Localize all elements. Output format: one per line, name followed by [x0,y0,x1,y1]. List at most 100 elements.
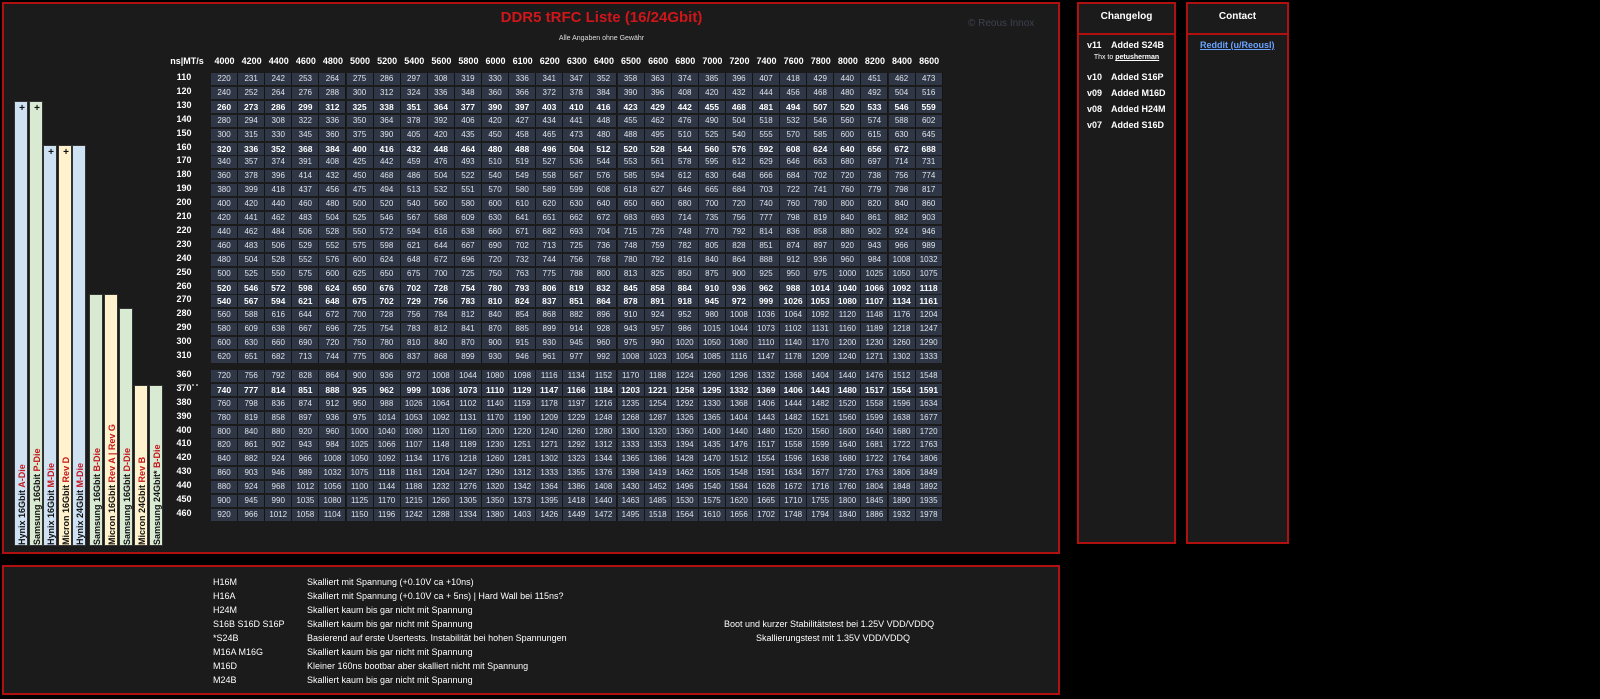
table-cell: 420 [698,86,726,99]
table-cell: 308 [265,114,293,127]
table-cell: 810 [482,295,510,308]
table-cell: 1098 [509,369,537,382]
table-cell: 528 [644,142,672,155]
table-cell: 504 [427,170,455,183]
table-cell: 520 [373,198,401,211]
table-cell: 1398 [617,467,645,480]
table-cell: 1184 [590,383,618,396]
table-cell: 946 [915,225,943,238]
table-cell: 600 [211,337,239,350]
table-cell: 1107 [400,439,428,452]
speed-header: 7400 [756,56,777,66]
table-cell: 924 [238,481,266,494]
table-cell: 1092 [373,453,401,466]
die-label: Samsung 16Gbit P-Die [32,448,42,545]
changelog-title: Changelog [1079,4,1174,35]
table-cell: 510 [671,128,699,141]
table-cell: 1482 [807,397,835,410]
table-cell: 580 [454,198,482,211]
note-value: Skalliert kaum bis gar nicht mit Spannun… [307,675,473,685]
table-cell: 1373 [509,495,537,507]
table-cell: 840 [238,425,266,438]
row-ns-label: 310 [176,350,192,360]
table-cell: 348 [454,86,482,99]
table-cell: 936 [807,253,835,266]
table-cell: 702 [807,170,835,183]
table-cell: 1656 [725,508,753,521]
table-cell: 1886 [861,508,889,521]
table-cell: 902 [861,225,889,238]
note-key: H16A [213,591,236,601]
table-cell: 977 [563,351,591,363]
table-cell: 1638 [807,453,835,466]
table-cell: 1748 [780,508,808,521]
die-column: + Samsung 16Gbit P-Die [29,101,43,546]
table-cell: 551 [454,184,482,197]
table-cell: 725 [346,323,374,336]
table-cell: 488 [509,142,537,155]
table-cell: 780 [482,281,510,294]
table-cell: 864 [319,369,347,382]
table-cell: 1230 [482,439,510,452]
table-cell: 722 [780,184,808,197]
table-cell: 1521 [807,411,835,424]
table-cell: 1102 [780,323,808,336]
table-cell: 672 [319,309,347,322]
table-cell: 375 [346,128,374,141]
table-cell: 480 [590,128,618,141]
table-cell: 732 [509,253,537,266]
table-cell: 1080 [400,425,428,438]
table-cell: 682 [536,225,564,238]
table-cell: 780 [807,198,835,211]
table-cell: 672 [590,212,618,224]
table-cell: 792 [265,369,293,382]
table-cell: 798 [780,212,808,224]
table-cell: 878 [617,295,645,308]
table-cell: 616 [265,309,293,322]
reddit-link[interactable]: Reddit (u/ReousI) [1200,40,1275,50]
table-cell: 1764 [888,453,916,466]
die-label: Hynix 16Gbit A-Die [17,464,27,545]
row-ns-label: 230 [176,238,192,249]
table-cell: 400 [346,142,374,155]
table-cell: 648 [725,170,753,183]
table-cell: 516 [915,86,943,99]
manufacturer-label: Micron [107,515,117,545]
table-cell: 775 [346,351,374,363]
table-cell: 1292 [563,439,591,452]
table-cell: 1610 [698,508,726,521]
table-cell: 688 [915,142,943,155]
table-cell: 650 [346,281,374,294]
table-cell: 682 [265,351,293,363]
table-cell: 364 [373,114,401,127]
table-cell: 299 [292,100,320,113]
table-cell: 1118 [915,281,943,294]
table-cell: 594 [265,295,293,308]
table-cell: 840 [482,309,510,322]
table-cell: 1845 [861,495,889,507]
table-cell: 1053 [400,411,428,424]
table-cell: 513 [400,184,428,197]
table-cell: 432 [319,170,347,183]
table-cell: 1160 [454,425,482,438]
table-cell: 589 [536,184,564,197]
table-cell: 720 [834,170,862,183]
table-cell: 1480 [834,383,862,396]
table-cell: 1848 [888,481,916,494]
table-cell: 1050 [698,337,726,350]
table-cell: 1073 [753,323,781,336]
speed-header: 8400 [892,56,913,66]
table-cell: 646 [671,184,699,197]
row-ns-label: 120 [176,85,192,96]
table-cell: 1512 [725,453,753,466]
table-cell: 1080 [319,495,347,507]
table-cell: 660 [265,337,293,350]
table-cell: 407 [753,73,781,85]
table-cell: 1763 [861,467,889,480]
table-cell: 1290 [482,467,510,480]
table-cell: 966 [292,453,320,466]
table-cell: 621 [400,239,428,252]
table-cell: 630 [238,337,266,350]
table-cell: 598 [292,281,320,294]
table-cell: 1404 [725,411,753,424]
